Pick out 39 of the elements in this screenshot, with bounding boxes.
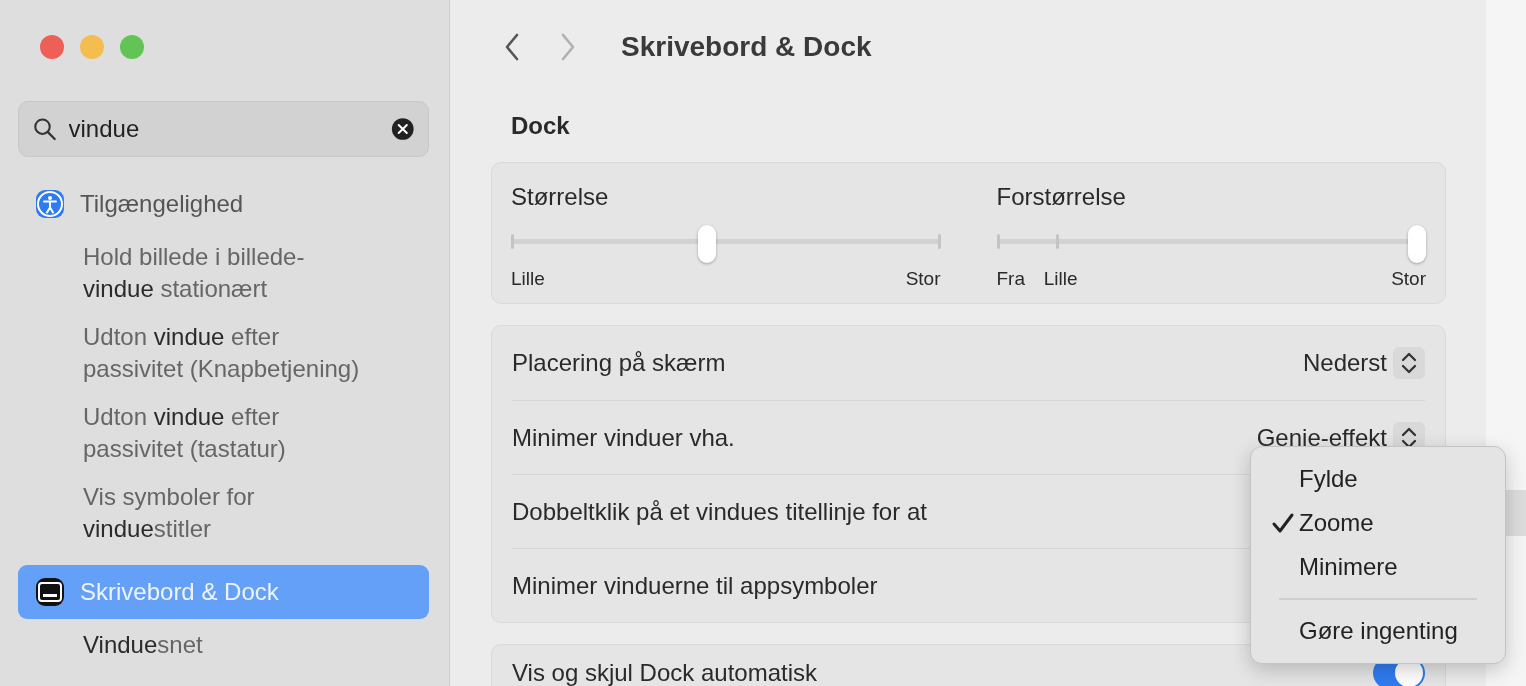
search-input[interactable]: vindue <box>68 111 379 147</box>
popup-button[interactable]: Nederst <box>1302 345 1425 381</box>
setting-label: Minimer vinduerne til appsymboler <box>512 570 878 601</box>
slider-label: Størrelse <box>511 182 610 212</box>
menu-item[interactable]: Gøre ingenting <box>1251 609 1505 653</box>
menu-item[interactable]: Minimere <box>1251 545 1505 589</box>
page-title: Skrivebord & Dock <box>621 30 872 64</box>
slider-mark-label: Lille <box>511 267 545 291</box>
search-result-link[interactable]: Hold billede i billede-vindue stationært <box>18 241 375 305</box>
menu-item[interactable]: Fylde <box>1251 457 1505 501</box>
search-result-link[interactable]: Vinduesnet <box>18 629 375 661</box>
slider-mark-label: Stor <box>1391 267 1426 291</box>
chevron-updown-icon <box>1393 347 1425 379</box>
accessibility-icon <box>36 190 64 218</box>
back-icon <box>504 33 520 61</box>
setting-label: Vis og skjul Dock automatisk <box>512 658 817 686</box>
search-field[interactable]: vindue <box>18 101 429 157</box>
dock-icon <box>36 578 64 606</box>
search-result-link[interactable]: Udton vindue efter passivitet (tastatur) <box>18 401 375 465</box>
forward-icon <box>560 33 576 61</box>
slider-thumb[interactable] <box>698 225 717 263</box>
menu-item[interactable]: Zoome <box>1251 501 1505 545</box>
zoom-button[interactable] <box>120 35 144 59</box>
slider-mark-label: Fra <box>996 267 1025 291</box>
slider-mark-label: Lille <box>1043 267 1078 291</box>
search-result-link[interactable]: Udton vindue efter passivitet (Knapbetjening) <box>18 321 375 385</box>
sidebar-item[interactable]: Tilgængelighed <box>18 177 429 231</box>
setting-label: Minimer vinduer vha. <box>512 422 735 453</box>
search-result-link[interactable]: Vis symboler for vinduestitler <box>18 481 375 545</box>
section-title: Dock <box>511 111 571 141</box>
setting-label: Dobbeltklik på et vindues titellinje for at <box>512 496 927 527</box>
slider-thumb[interactable] <box>1408 225 1426 263</box>
slider-mark-label: Stor <box>905 267 941 291</box>
minimize-button[interactable] <box>80 35 104 59</box>
setting-label: Placering på skærm <box>512 348 726 378</box>
clear-button[interactable] <box>390 116 414 142</box>
slider-label: Forstørrelse <box>996 182 1127 212</box>
search-icon <box>33 116 57 142</box>
close-button[interactable] <box>40 35 64 59</box>
